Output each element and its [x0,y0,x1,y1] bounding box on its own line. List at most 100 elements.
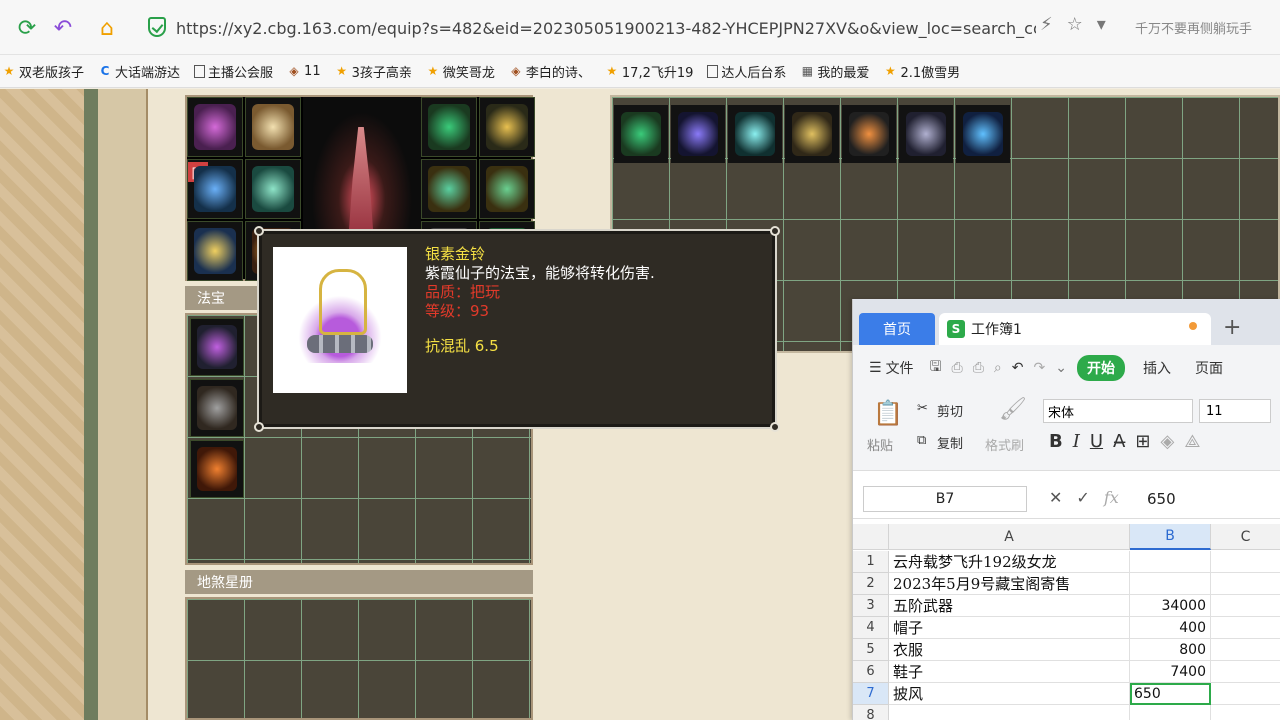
hamburger-icon[interactable]: ☰ [869,360,882,376]
equip-slot[interactable] [479,159,535,219]
row-header[interactable]: 7 [853,683,889,705]
confirm-icon[interactable]: ✓ [1076,488,1089,507]
border-icon[interactable]: ⊞ [1135,431,1150,452]
bookmark-item[interactable]: ★ 微笑哥龙 [426,62,494,81]
fabao-slot[interactable] [190,379,244,437]
inventory-item[interactable] [728,105,782,163]
chevron-down-icon[interactable]: ⌄ [1055,360,1067,376]
cell-a[interactable]: 五阶武器 [889,595,1130,617]
paste-button[interactable]: 粘贴 [867,435,893,454]
row-header[interactable]: 3 [853,595,889,617]
bookmark-item[interactable]: ★ 3孩子高亲 [335,62,412,81]
cut-icon[interactable]: ✂ [917,401,928,416]
cell-a[interactable]: 披风 [889,683,1130,705]
cell-b[interactable] [1130,551,1211,573]
fabao-slot[interactable] [190,318,244,376]
cell-b[interactable]: 34000 [1130,595,1211,617]
row-header[interactable]: 1 [853,551,889,573]
cell-a[interactable]: 2023年5月9号藏宝阁寄售 [889,573,1130,595]
inventory-item[interactable] [842,105,896,163]
cell-b[interactable]: 400 [1130,617,1211,639]
menu-file[interactable]: 文件 [886,358,914,378]
row-header[interactable]: 6 [853,661,889,683]
equip-slot[interactable] [479,97,535,157]
equip-slot[interactable] [245,159,301,219]
new-tab-button[interactable]: + [1223,315,1241,340]
cell-c[interactable] [1211,573,1280,595]
menu-insert[interactable]: 插入 [1143,358,1171,378]
bookmark-item[interactable]: 达人后台系 [707,62,786,81]
font-color-icon[interactable]: ⟁ [1184,431,1200,452]
export-icon[interactable]: ⎙ [952,360,963,376]
strikethrough-icon[interactable]: A̶ [1113,431,1125,452]
formula-input[interactable]: 650 [1147,490,1176,508]
column-header[interactable]: A [889,524,1130,550]
preview-icon[interactable]: ⌕ [994,360,1002,376]
cell-c[interactable] [1211,551,1280,573]
fill-icon[interactable]: ◈ [1160,431,1174,452]
inventory-item[interactable] [785,105,839,163]
bookmark-item[interactable]: ★ 17,2飞升19 [605,62,694,81]
row-header[interactable]: 4 [853,617,889,639]
url-text[interactable]: https://xy2.cbg.163.com/equip?s=482&eid=… [176,19,1036,38]
cell-c[interactable] [1211,595,1280,617]
inventory-item[interactable] [671,105,725,163]
fabao-slot[interactable] [190,440,244,498]
cell-c[interactable] [1211,683,1280,705]
tab-home[interactable]: 首页 [859,313,935,345]
undo-icon[interactable]: ↶ [48,13,78,43]
redo-icon[interactable]: ↷ [1033,360,1045,376]
bookmark-item[interactable]: ▦ 我的最爱 [800,62,870,81]
row-header[interactable]: 8 [853,705,889,720]
lightning-icon[interactable]: ⚡ [1040,14,1053,35]
cell-b[interactable]: 650 [1130,683,1211,705]
save-icon[interactable]: 🖫 [930,356,942,380]
home-icon[interactable]: ⌂ [92,13,122,43]
bold-icon[interactable]: B [1049,431,1063,452]
italic-icon[interactable]: I [1073,431,1080,452]
column-header[interactable]: B [1130,524,1211,550]
copy-icon[interactable]: ⧉ [917,433,926,448]
cell-a[interactable]: 鞋子 [889,661,1130,683]
bookmark-item[interactable]: ◈ 11 [287,64,320,79]
bookmark-item[interactable]: ★ 双老版孩子 [2,62,84,81]
copy-button[interactable]: 复制 [937,433,963,452]
cell-a[interactable]: 帽子 [889,617,1130,639]
font-size-select[interactable]: 11 [1199,399,1271,423]
chevron-down-icon[interactable]: ▾ [1097,14,1106,35]
paste-icon[interactable]: 📋 [873,399,903,427]
address-bar[interactable]: https://xy2.cbg.163.com/equip?s=482&eid=… [140,9,1120,47]
cell-a[interactable]: 云舟载梦飞升192级女龙 [889,551,1130,573]
cancel-icon[interactable]: ✕ [1049,488,1062,507]
row-header[interactable]: 2 [853,573,889,595]
select-all-corner[interactable] [853,524,889,550]
inventory-item[interactable] [614,105,668,163]
cell-c[interactable] [1211,661,1280,683]
bookmark-item[interactable]: 主播公会服 [194,62,273,81]
font-select[interactable]: 宋体 [1043,399,1193,423]
format-painter-button[interactable]: 格式刷 [985,435,1024,454]
print-icon[interactable]: ⎙ [973,360,984,376]
inventory-item[interactable] [899,105,953,163]
name-box[interactable]: B7 [863,486,1027,512]
tab-workbook[interactable]: S 工作簿1 [939,313,1211,345]
cell-a[interactable]: 衣服 [889,639,1130,661]
equip-slot[interactable] [421,97,477,157]
cell-c[interactable] [1211,617,1280,639]
underline-icon[interactable]: U [1090,431,1103,452]
cell-b[interactable] [1130,705,1211,720]
row-header[interactable]: 5 [853,639,889,661]
star-icon[interactable]: ☆ [1067,14,1083,35]
menu-start[interactable]: 开始 [1076,355,1125,381]
cell-c[interactable] [1211,639,1280,661]
bookmark-item[interactable]: ◈ 李白的诗、 [509,62,591,81]
equip-slot[interactable]: 限 [187,159,243,219]
cell-b[interactable]: 7400 [1130,661,1211,683]
cut-button[interactable]: 剪切 [937,401,963,420]
equip-slot[interactable] [245,97,301,157]
equip-slot[interactable] [187,97,243,157]
cell-b[interactable] [1130,573,1211,595]
cell-b[interactable]: 800 [1130,639,1211,661]
equip-slot[interactable] [187,221,243,281]
inventory-item[interactable] [956,105,1010,163]
